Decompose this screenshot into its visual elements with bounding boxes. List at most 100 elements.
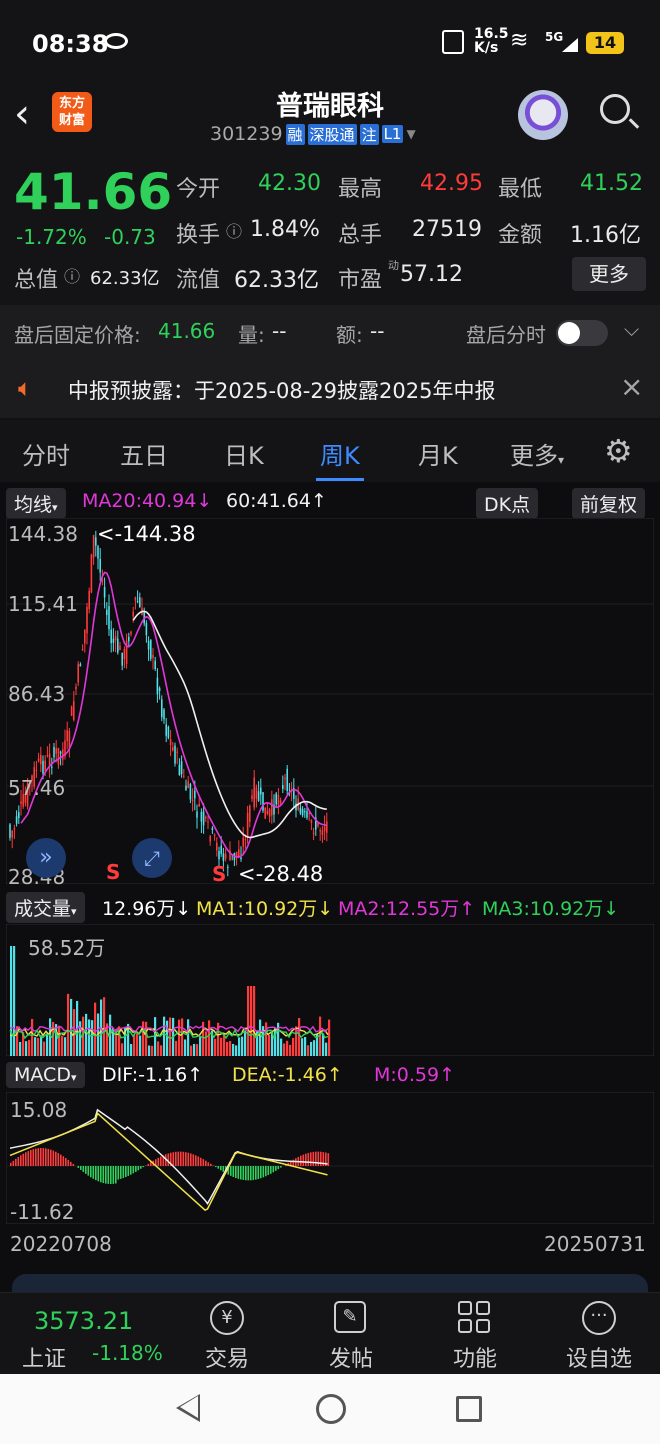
low-value: 41.52 [580, 171, 643, 196]
nav-post-label: 发帖 [328, 1347, 373, 1372]
fullscreen-icon[interactable]: ⤢ [132, 838, 172, 878]
high-label: 最高 [338, 177, 383, 202]
expand-right-icon[interactable]: » [26, 838, 66, 878]
candle-body [119, 645, 121, 651]
candle-body [205, 816, 207, 818]
candle-body [79, 664, 82, 667]
volume-bar [169, 1017, 172, 1056]
gear-icon[interactable]: ⚙ [604, 432, 633, 470]
kline-panel[interactable] [6, 518, 654, 884]
tag-connect[interactable]: 深股通 [307, 123, 357, 145]
volume-bar [268, 1034, 271, 1056]
nav-trade[interactable]: ¥ 交易 [172, 1293, 282, 1375]
macd-bar [142, 1166, 145, 1168]
macd-bar [147, 1163, 150, 1166]
adjust-button[interactable]: 前复权 [572, 488, 646, 519]
signal-5g: 5G [545, 30, 564, 44]
candle-body [244, 839, 247, 841]
info-icon[interactable]: ⓘ [226, 218, 242, 242]
macd-bar [12, 1160, 15, 1166]
nav-functions[interactable]: 功能 [420, 1293, 530, 1375]
tab-more[interactable]: 更多▾ [510, 436, 564, 471]
tag-margin[interactable]: 融 [285, 123, 305, 145]
volume-label: 总手 [338, 223, 383, 248]
macd-m: M:0.59↑ [374, 1064, 456, 1086]
robot-assistant-icon[interactable] [518, 90, 568, 140]
candle-body [178, 764, 181, 776]
volume-bar [205, 1031, 208, 1056]
macd-bar [167, 1153, 170, 1166]
tab-monthly[interactable]: 月K [418, 436, 458, 471]
dropdown-triangle-icon[interactable]: ▼ [406, 127, 415, 141]
volume-max-label: 58.52万 [28, 936, 106, 960]
after-hours-qty-label: 量: [238, 323, 265, 347]
chart-area[interactable]: 均线▾ MA20:40.94↓ 60:41.64↑ DK点 前复权 144.38… [0, 482, 660, 1292]
home-circle-icon[interactable] [316, 1394, 346, 1424]
close-icon[interactable]: × [620, 370, 643, 403]
tab-intraday[interactable]: 分时 [22, 436, 70, 471]
eastmoney-logo[interactable]: 东方 财富 [52, 92, 92, 132]
index-name[interactable]: 上证 [22, 1341, 66, 1373]
volume-bar [160, 1045, 163, 1056]
volume-bar [274, 1027, 277, 1056]
volume-bar [91, 1020, 94, 1056]
low-label: 最低 [498, 177, 543, 202]
notice-bar[interactable]: 🔈︎ 中报预披露：于2025-08-29披露2025年中报 × [0, 360, 660, 418]
candle-body [251, 795, 253, 799]
nav-watchlist[interactable]: ··· 设自选 [544, 1293, 654, 1375]
candle-body [216, 842, 218, 851]
max-annotation: <-144.38 [97, 522, 196, 546]
macd-bar [35, 1148, 37, 1166]
volume-bar [304, 1036, 307, 1056]
volume-bar [163, 1016, 166, 1056]
index-value[interactable]: 3573.21 [34, 1307, 133, 1335]
volume-bar [37, 1037, 40, 1056]
notice-text[interactable]: 中报预披露：于2025-08-29披露2025年中报 [68, 375, 495, 405]
candle-body [110, 629, 112, 644]
tab-weekly[interactable]: 周K [320, 436, 360, 471]
index-change[interactable]: -1.18% [92, 1341, 163, 1365]
ma-selector[interactable]: 均线▾ [6, 488, 66, 519]
macd-bar [275, 1166, 277, 1171]
candle-body [139, 597, 141, 608]
back-arrow-icon[interactable]: ‹ [14, 94, 30, 134]
macd-bar [17, 1157, 20, 1166]
macd-selector[interactable]: MACD▾ [6, 1062, 85, 1088]
candle-body [62, 749, 64, 760]
tag-registration[interactable]: 注 [359, 123, 379, 145]
candle-body [88, 590, 90, 610]
macd-panel[interactable] [6, 1092, 654, 1224]
mktcap-label: 总值 [14, 268, 59, 293]
candle-body [92, 535, 95, 558]
candle-body [68, 730, 71, 748]
macd-dea: DEA:-1.46↑ [232, 1064, 343, 1086]
nav-post[interactable]: ✎ 发帖 [296, 1293, 406, 1375]
search-icon[interactable] [600, 94, 630, 124]
ma60-readout: 60:41.64↑ [226, 490, 327, 512]
macd-bar [52, 1150, 55, 1166]
volume-bar [151, 1045, 154, 1056]
volume-bar [235, 1045, 238, 1056]
chevron-down-icon[interactable]: ⌵ [624, 317, 639, 341]
bottom-tip-banner[interactable] [12, 1274, 648, 1292]
macd-bar [37, 1148, 40, 1166]
macd-bar [242, 1166, 245, 1180]
dk-point-button[interactable]: DK点 [476, 488, 539, 519]
candle-body [312, 832, 315, 834]
amount-value: 1.16亿 [570, 223, 641, 248]
tab-five-day[interactable]: 五日 [120, 436, 168, 471]
recents-square-icon[interactable] [456, 1396, 482, 1422]
tag-level[interactable]: L1 [381, 125, 404, 143]
candle-body [37, 758, 40, 762]
kline-frame [6, 518, 654, 884]
candle-body [158, 687, 161, 692]
volume-selector[interactable]: 成交量▾ [6, 892, 85, 923]
turnover-label: 换手 [176, 223, 221, 248]
info-icon-2[interactable]: ⓘ [64, 263, 80, 287]
tab-daily[interactable]: 日K [224, 436, 264, 471]
volume-bar [25, 1041, 28, 1056]
after-hours-toggle[interactable] [556, 320, 608, 346]
volume-bar [148, 1045, 151, 1056]
more-button[interactable]: 更多 [572, 257, 646, 291]
volume-bar [292, 1037, 295, 1056]
